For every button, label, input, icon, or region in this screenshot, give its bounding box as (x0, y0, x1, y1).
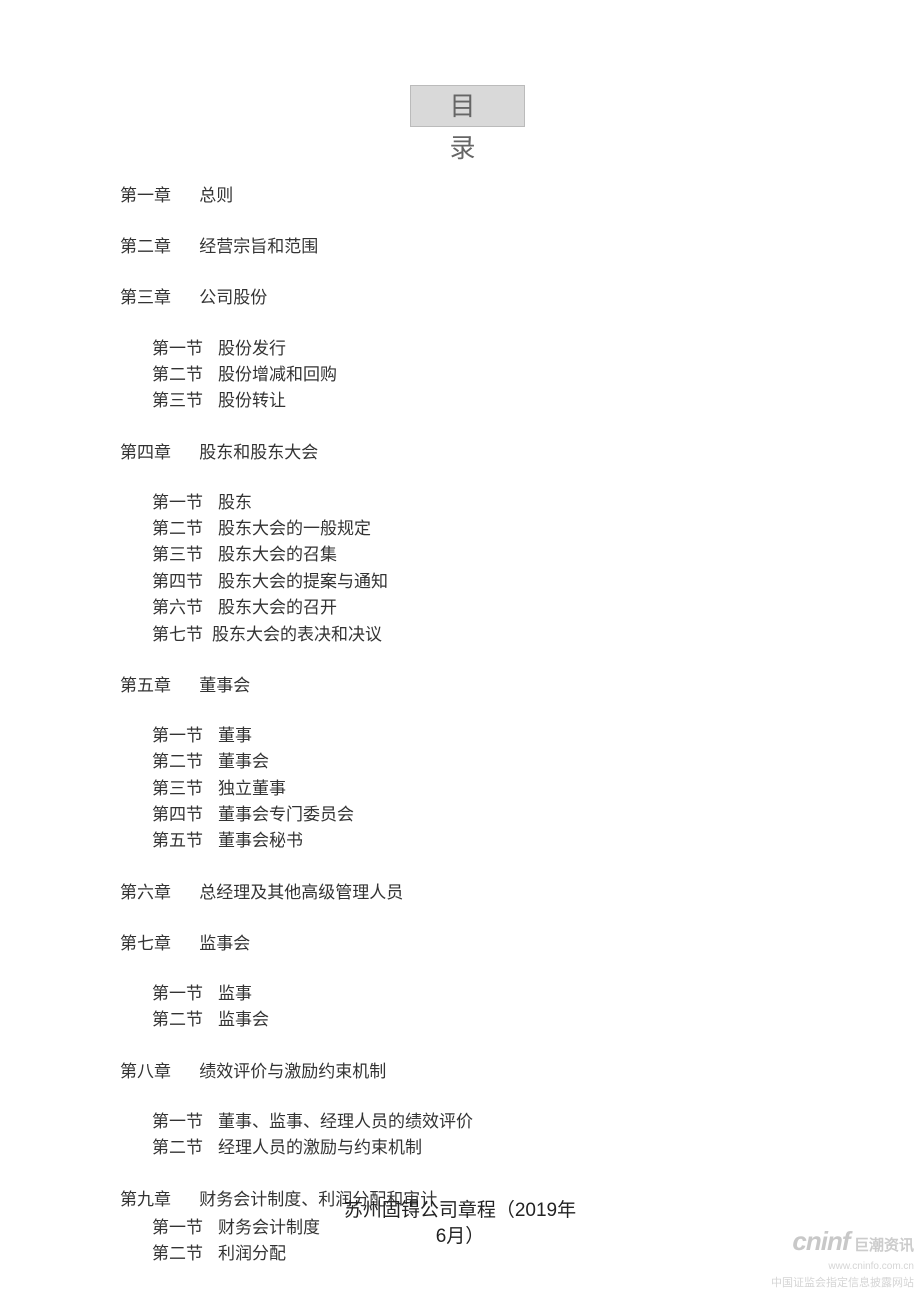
section-label: 第一节 (152, 1109, 218, 1135)
section-label: 第三节 (152, 776, 218, 802)
chapter-title: 公司股份 (199, 288, 267, 307)
section-row: 第七节股东大会的表决和决议 (152, 622, 815, 648)
section-row: 第一节股份发行 (152, 336, 815, 362)
section-label: 第四节 (152, 569, 218, 595)
section-block: 第一节董事、监事、经理人员的绩效评价 第二节经理人员的激励与约束机制 (152, 1109, 815, 1162)
chapter-row: 第八章 绩效评价与激励约束机制 (120, 1058, 815, 1085)
chapter-row: 第五章 董事会 (120, 672, 815, 699)
section-label: 第二节 (152, 1007, 218, 1033)
chapter-title: 经营宗旨和范围 (199, 237, 318, 256)
section-title: 独立董事 (218, 779, 286, 798)
section-title: 股东大会的一般规定 (218, 519, 371, 538)
chapter-title: 总则 (199, 186, 233, 205)
section-row: 第一节董事 (152, 723, 815, 749)
section-label: 第一节 (152, 490, 218, 516)
section-title: 经理人员的激励与约束机制 (218, 1138, 422, 1157)
chapter-row: 第一章 总则 (120, 182, 815, 209)
section-label: 第二节 (152, 1135, 218, 1161)
section-row: 第一节董事、监事、经理人员的绩效评价 (152, 1109, 815, 1135)
chapter-title: 绩效评价与激励约束机制 (199, 1062, 386, 1081)
page-content: 目录 第一章 总则 第二章 经营宗旨和范围 第三章 公司股份 第一节股份发行 第… (0, 0, 920, 1268)
watermark-brand-cn: 巨潮资讯 (854, 1237, 914, 1254)
section-title: 股东大会的表决和决议 (212, 625, 382, 644)
section-block: 第一节监事 第二节监事会 (152, 981, 815, 1034)
watermark-desc: 中国证监会指定信息披露网站 (771, 1277, 914, 1289)
section-label: 第二节 (152, 749, 218, 775)
section-title: 董事会专门委员会 (218, 805, 354, 824)
section-row: 第六节股东大会的召开 (152, 595, 815, 621)
section-label: 第一节 (152, 981, 218, 1007)
chapter-row: 第七章 监事会 (120, 930, 815, 957)
section-title: 股东大会的召集 (218, 545, 337, 564)
chapter-row: 第二章 经营宗旨和范围 (120, 233, 815, 260)
section-label: 第二节 (152, 362, 218, 388)
section-row: 第四节股东大会的提案与通知 (152, 569, 815, 595)
section-row: 第二节董事会 (152, 749, 815, 775)
section-title: 股份转让 (218, 391, 286, 410)
section-title: 股东 (218, 493, 252, 512)
section-label: 第七节 (152, 622, 212, 648)
chapter-title: 监事会 (199, 934, 250, 953)
chapter-row: 第四章 股东和股东大会 (120, 439, 815, 466)
chapter-title: 股东和股东大会 (199, 443, 318, 462)
footer-line-2: 6月） (436, 1226, 485, 1247)
watermark: cninf 巨潮资讯 www.cninfo.com.cn 中国证监会指定信息披露… (771, 1227, 914, 1291)
section-block: 第一节股份发行 第二节股份增减和回购 第三节股份转让 (152, 336, 815, 415)
section-title: 董事、监事、经理人员的绩效评价 (218, 1112, 473, 1131)
chapter-title: 总经理及其他高级管理人员 (199, 883, 403, 902)
section-label: 第一节 (152, 723, 218, 749)
footer-line-1: 苏州固锝公司章程（2019年 (344, 1200, 576, 1221)
chapter-label: 第二章 (120, 233, 195, 260)
section-title: 董事 (218, 726, 252, 745)
chapter-row: 第三章 公司股份 (120, 284, 815, 311)
section-title: 股份发行 (218, 339, 286, 358)
section-label: 第六节 (152, 595, 218, 621)
toc-title: 目录 (410, 85, 525, 127)
section-row: 第二节监事会 (152, 1007, 815, 1033)
chapter-label: 第八章 (120, 1058, 195, 1085)
chapter-row: 第六章 总经理及其他高级管理人员 (120, 879, 815, 906)
chapter-label: 第七章 (120, 930, 195, 957)
chapter-label: 第六章 (120, 879, 195, 906)
section-row: 第三节股东大会的召集 (152, 542, 815, 568)
section-block: 第一节股东 第二节股东大会的一般规定 第三节股东大会的召集 第四节股东大会的提案… (152, 490, 815, 648)
chapter-label: 第五章 (120, 672, 195, 699)
watermark-brand-en: cninf (792, 1226, 849, 1256)
section-row: 第三节独立董事 (152, 776, 815, 802)
section-title: 董事会 (218, 752, 269, 771)
section-title: 监事会 (218, 1010, 269, 1029)
chapter-label: 第四章 (120, 439, 195, 466)
section-title: 股份增减和回购 (218, 365, 337, 384)
section-title: 股东大会的召开 (218, 598, 337, 617)
section-label: 第四节 (152, 802, 218, 828)
section-label: 第一节 (152, 336, 218, 362)
chapter-title: 董事会 (199, 676, 250, 695)
section-row: 第二节股份增减和回购 (152, 362, 815, 388)
chapter-label: 第一章 (120, 182, 195, 209)
section-row: 第五节董事会秘书 (152, 828, 815, 854)
section-title: 股东大会的提案与通知 (218, 572, 388, 591)
section-row: 第三节股份转让 (152, 388, 815, 414)
section-row: 第一节股东 (152, 490, 815, 516)
section-title: 监事 (218, 984, 252, 1003)
chapter-label: 第三章 (120, 284, 195, 311)
section-block: 第一节董事 第二节董事会 第三节独立董事 第四节董事会专门委员会 第五节董事会秘… (152, 723, 815, 855)
section-label: 第五节 (152, 828, 218, 854)
section-row: 第二节经理人员的激励与约束机制 (152, 1135, 815, 1161)
section-row: 第一节监事 (152, 981, 815, 1007)
section-row: 第二节股东大会的一般规定 (152, 516, 815, 542)
section-label: 第三节 (152, 542, 218, 568)
watermark-url: www.cninfo.com.cn (828, 1261, 914, 1272)
section-row: 第四节董事会专门委员会 (152, 802, 815, 828)
section-label: 第三节 (152, 388, 218, 414)
section-title: 董事会秘书 (218, 831, 303, 850)
section-label: 第二节 (152, 516, 218, 542)
